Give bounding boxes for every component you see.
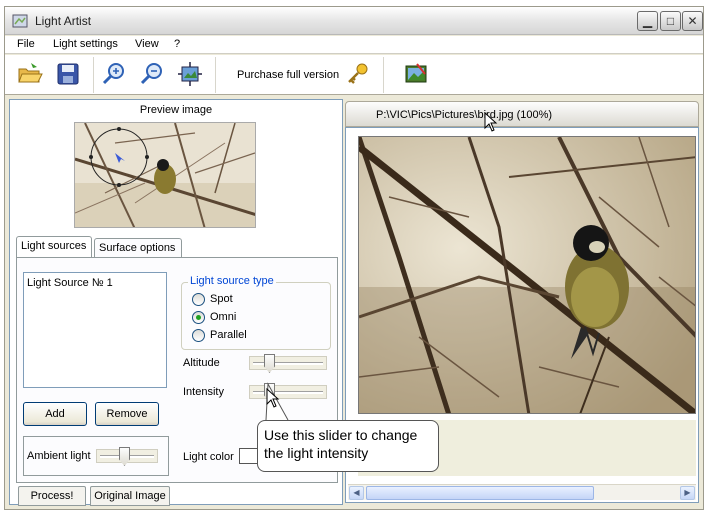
toolbar: Purchase full version	[5, 55, 703, 95]
menu-bar: File Light settings View ?	[5, 36, 703, 54]
altitude-slider[interactable]	[249, 354, 327, 373]
mouse-cursor-icon	[266, 388, 280, 408]
radio-button[interactable]	[192, 311, 205, 324]
document-tab[interactable]: P:\VIC\Pics\Pictures\bird.jpg (100%)	[345, 101, 699, 127]
tooltip-line-1: Use this slider to change	[264, 427, 418, 443]
light-source-type-group: Light source type Spot Omni Parallel	[181, 275, 331, 350]
ambient-light-box: Ambient light	[23, 436, 169, 476]
zoom-out-icon[interactable]	[139, 61, 165, 87]
title-bar: Light Artist ▁ □ ✕	[5, 7, 703, 35]
mouse-cursor-icon	[484, 112, 498, 132]
radio-label: Parallel	[210, 329, 247, 341]
menu-view[interactable]: View	[135, 38, 159, 50]
zoom-in-icon[interactable]	[101, 61, 127, 87]
light-color-label: Light color	[183, 451, 234, 463]
tab-light-sources[interactable]: Light sources	[16, 236, 92, 258]
menu-file[interactable]: File	[17, 38, 35, 50]
preview-image[interactable]	[74, 122, 256, 228]
list-item[interactable]: Light Source № 1	[27, 277, 113, 289]
key-icon[interactable]	[345, 61, 371, 87]
original-image-button[interactable]: Original Image	[90, 486, 170, 506]
light-sources-list[interactable]: Light Source № 1	[23, 272, 167, 388]
radio-button[interactable]	[192, 329, 205, 342]
radio-label: Omni	[210, 311, 237, 323]
scroll-left-icon[interactable]: ◀	[349, 486, 364, 500]
app-icon	[12, 14, 28, 28]
intensity-label: Intensity	[183, 386, 224, 398]
toolbar-separator	[215, 57, 216, 93]
tab-surface-options[interactable]: Surface options	[94, 238, 182, 258]
open-folder-icon[interactable]	[17, 61, 43, 87]
ambient-light-label: Ambient light	[27, 450, 91, 462]
toolbar-separator	[383, 57, 384, 93]
purchase-full-version-link[interactable]: Purchase full version	[237, 69, 339, 81]
toolbar-separator	[93, 57, 94, 93]
scroll-right-icon[interactable]: ▶	[680, 486, 695, 500]
main-image[interactable]	[358, 136, 696, 414]
radio-label: Spot	[210, 293, 233, 305]
preview-label: Preview image	[139, 104, 213, 116]
horizontal-scrollbar[interactable]: ◀ ▶	[348, 484, 696, 500]
light-source-type-legend: Light source type	[188, 275, 276, 287]
minimize-button[interactable]: ▁	[637, 11, 658, 31]
intensity-tooltip: Use this slider to change the light inte…	[257, 420, 439, 472]
window-title: Light Artist	[35, 14, 92, 28]
maximize-button[interactable]: □	[660, 11, 681, 31]
document-title: P:\VIC\Pics\Pictures\bird.jpg (100%)	[376, 109, 553, 121]
fit-image-icon[interactable]	[177, 61, 203, 87]
add-button[interactable]: Add	[23, 402, 87, 426]
save-disk-icon[interactable]	[55, 61, 81, 87]
tooltip-line-2: the light intensity	[264, 445, 369, 461]
process-button[interactable]: Process!	[18, 486, 86, 506]
ambient-light-slider-thumb[interactable]	[119, 447, 130, 466]
ambient-light-slider[interactable]	[96, 447, 158, 466]
altitude-label: Altitude	[183, 357, 220, 369]
radio-button[interactable]	[192, 293, 205, 306]
picture-icon[interactable]	[403, 61, 429, 87]
close-button[interactable]: ✕	[682, 11, 703, 31]
altitude-slider-thumb[interactable]	[264, 354, 275, 373]
menu-light-settings[interactable]: Light settings	[53, 38, 118, 50]
menu-help[interactable]: ?	[174, 38, 180, 50]
scrollbar-thumb[interactable]	[366, 486, 594, 500]
remove-button[interactable]: Remove	[95, 402, 159, 426]
